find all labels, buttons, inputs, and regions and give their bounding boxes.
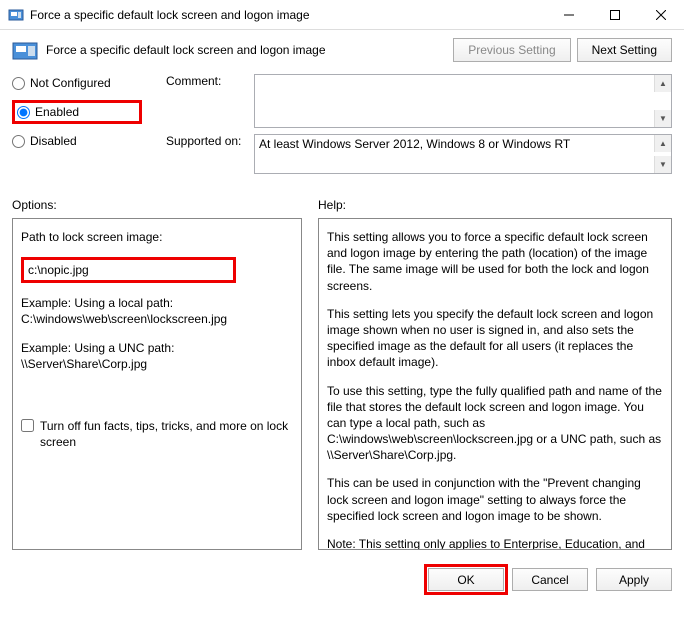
options-box: Path to lock screen image: Example: Usin… (12, 218, 302, 550)
help-p4: This can be used in conjunction with the… (327, 475, 663, 524)
radio-disabled[interactable]: Disabled (12, 134, 142, 148)
comment-block: Comment: ▲ ▼ Supported on: At least Wind… (166, 74, 672, 180)
title-bar: Force a specific default lock screen and… (0, 0, 684, 30)
radio-not-configured-label: Not Configured (30, 76, 111, 90)
help-p2: This setting lets you specify the defaul… (327, 306, 663, 371)
supported-text: At least Windows Server 2012, Windows 8 … (255, 135, 654, 173)
ok-button[interactable]: OK (428, 568, 504, 591)
previous-setting-button[interactable]: Previous Setting (453, 38, 570, 62)
maximize-button[interactable] (592, 0, 638, 30)
fun-facts-label: Turn off fun facts, tips, tricks, and mo… (40, 418, 293, 450)
path-label: Path to lock screen image: (21, 229, 293, 245)
scroll-down-icon[interactable]: ▼ (654, 110, 671, 127)
app-icon (8, 7, 24, 23)
scroll-up-icon[interactable]: ▲ (654, 75, 671, 92)
next-setting-button[interactable]: Next Setting (577, 38, 672, 62)
content-area: Force a specific default lock screen and… (0, 30, 684, 558)
fun-facts-checkbox[interactable] (21, 419, 34, 432)
radio-not-configured[interactable]: Not Configured (12, 76, 142, 90)
cancel-button[interactable]: Cancel (512, 568, 588, 591)
options-label: Options: (12, 198, 302, 212)
footer: OK Cancel Apply (0, 558, 684, 601)
radio-enabled[interactable]: Enabled (17, 105, 79, 119)
minimize-button[interactable] (546, 0, 592, 30)
example2: Example: Using a UNC path:\\Server\Share… (21, 340, 293, 372)
radio-not-configured-input[interactable] (12, 77, 25, 90)
scroll-down-icon[interactable]: ▼ (654, 156, 671, 173)
close-button[interactable] (638, 0, 684, 30)
path-input[interactable] (21, 257, 236, 283)
comment-label: Comment: (166, 74, 254, 128)
enabled-highlight: Enabled (12, 100, 142, 124)
supported-textarea: At least Windows Server 2012, Windows 8 … (254, 134, 672, 174)
help-p5: Note: This setting only applies to Enter… (327, 536, 663, 550)
radio-disabled-label: Disabled (30, 134, 77, 148)
supported-scrollbar[interactable]: ▲ ▼ (654, 135, 671, 173)
help-p3: To use this setting, type the fully qual… (327, 383, 663, 464)
state-radios: Not Configured Enabled Disabled (12, 74, 142, 180)
example1: Example: Using a local path:C:\windows\w… (21, 295, 293, 327)
help-p1: This setting allows you to force a speci… (327, 229, 663, 294)
help-column: Help: This setting allows you to force a… (318, 198, 672, 550)
options-column: Options: Path to lock screen image: Exam… (12, 198, 302, 550)
radio-enabled-input[interactable] (17, 106, 30, 119)
setting-title: Force a specific default lock screen and… (46, 43, 447, 57)
supported-label: Supported on: (166, 134, 254, 174)
setting-icon (12, 39, 38, 61)
radio-enabled-label: Enabled (35, 105, 79, 119)
comment-scrollbar[interactable]: ▲ ▼ (654, 75, 671, 127)
help-box: This setting allows you to force a speci… (318, 218, 672, 550)
window-title: Force a specific default lock screen and… (30, 8, 546, 22)
help-label: Help: (318, 198, 672, 212)
comment-textarea[interactable]: ▲ ▼ (254, 74, 672, 128)
radio-disabled-input[interactable] (12, 135, 25, 148)
scroll-up-icon[interactable]: ▲ (654, 135, 671, 152)
comment-text[interactable] (255, 75, 654, 127)
checkbox-row[interactable]: Turn off fun facts, tips, tricks, and mo… (21, 418, 293, 450)
state-row: Not Configured Enabled Disabled Comment: (12, 74, 672, 180)
apply-button[interactable]: Apply (596, 568, 672, 591)
panels: Options: Path to lock screen image: Exam… (12, 198, 672, 550)
header-row: Force a specific default lock screen and… (12, 38, 672, 62)
